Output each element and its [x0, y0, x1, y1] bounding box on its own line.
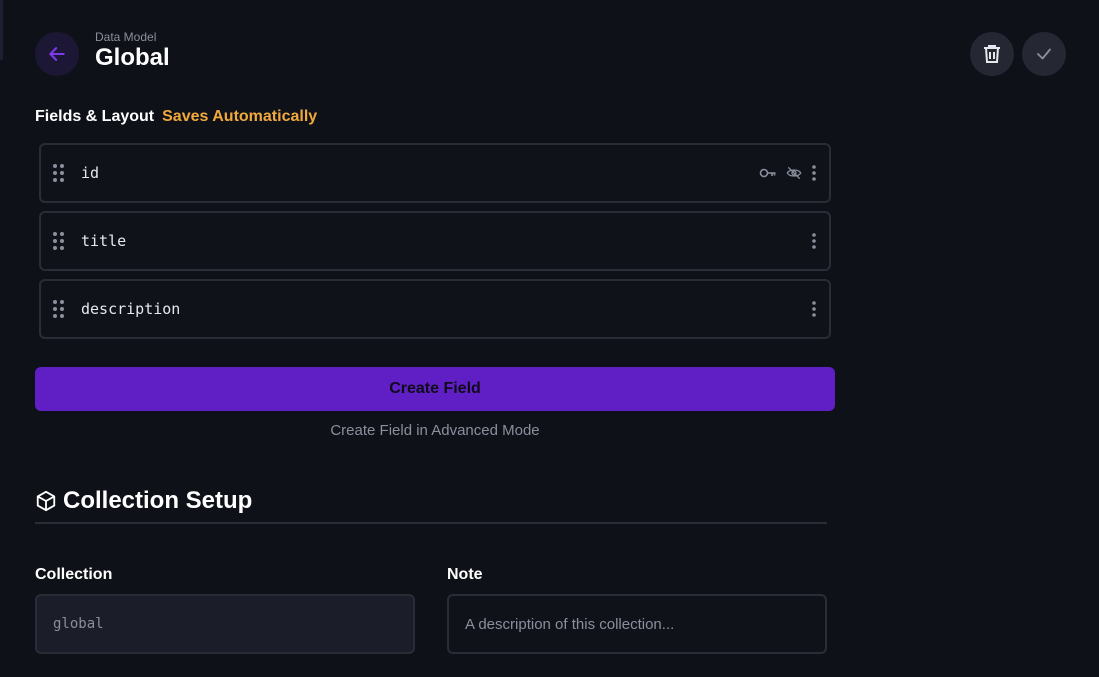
drag-handle-icon[interactable] [53, 164, 65, 182]
back-button[interactable] [35, 32, 79, 76]
eye-off-icon[interactable] [785, 165, 803, 181]
note-field[interactable] [447, 594, 827, 654]
field-name[interactable]: id [81, 164, 759, 182]
field-row-icons [759, 164, 817, 182]
section-divider [35, 522, 827, 524]
fields-list: id title description [39, 143, 831, 347]
create-field-advanced-link[interactable]: Create Field in Advanced Mode [35, 422, 835, 439]
field-name[interactable]: title [81, 232, 811, 250]
more-vertical-icon[interactable] [811, 300, 817, 318]
field-name[interactable]: description [81, 300, 811, 318]
collection-setup-heading: Collection Setup [35, 487, 252, 515]
field-row-icons [811, 232, 817, 250]
save-button[interactable] [1022, 32, 1066, 76]
field-row-title[interactable]: title [39, 211, 831, 271]
more-vertical-icon[interactable] [811, 164, 817, 182]
collection-label: Collection [35, 566, 113, 583]
drag-handle-icon[interactable] [53, 300, 65, 318]
collection-setup-title: Collection Setup [63, 487, 253, 514]
box-icon [36, 490, 56, 512]
delete-button[interactable] [970, 32, 1014, 76]
header-actions [970, 32, 1066, 76]
more-vertical-icon[interactable] [811, 232, 817, 250]
drag-handle-icon[interactable] [53, 232, 65, 250]
create-field-button[interactable]: Create Field [35, 367, 835, 411]
arrow-left-icon [49, 47, 65, 61]
trash-icon [984, 45, 1000, 63]
field-row-description[interactable]: description [39, 279, 831, 339]
fields-section-label: Fields & Layout Saves Automatically [35, 108, 317, 126]
check-icon [1037, 48, 1051, 60]
fields-layout-label: Fields & Layout [35, 108, 155, 125]
note-label: Note [447, 566, 483, 583]
title-block: Data Model Global [95, 30, 170, 72]
window-edge [0, 0, 3, 60]
page-title: Global [95, 44, 170, 71]
autosave-status: Saves Automatically [162, 108, 318, 125]
key-icon [759, 167, 777, 179]
page-header: Data Model Global [35, 22, 170, 76]
field-row-id[interactable]: id [39, 143, 831, 203]
field-row-icons [811, 300, 817, 318]
collection-name-field[interactable] [35, 594, 415, 654]
breadcrumb[interactable]: Data Model [95, 30, 170, 44]
